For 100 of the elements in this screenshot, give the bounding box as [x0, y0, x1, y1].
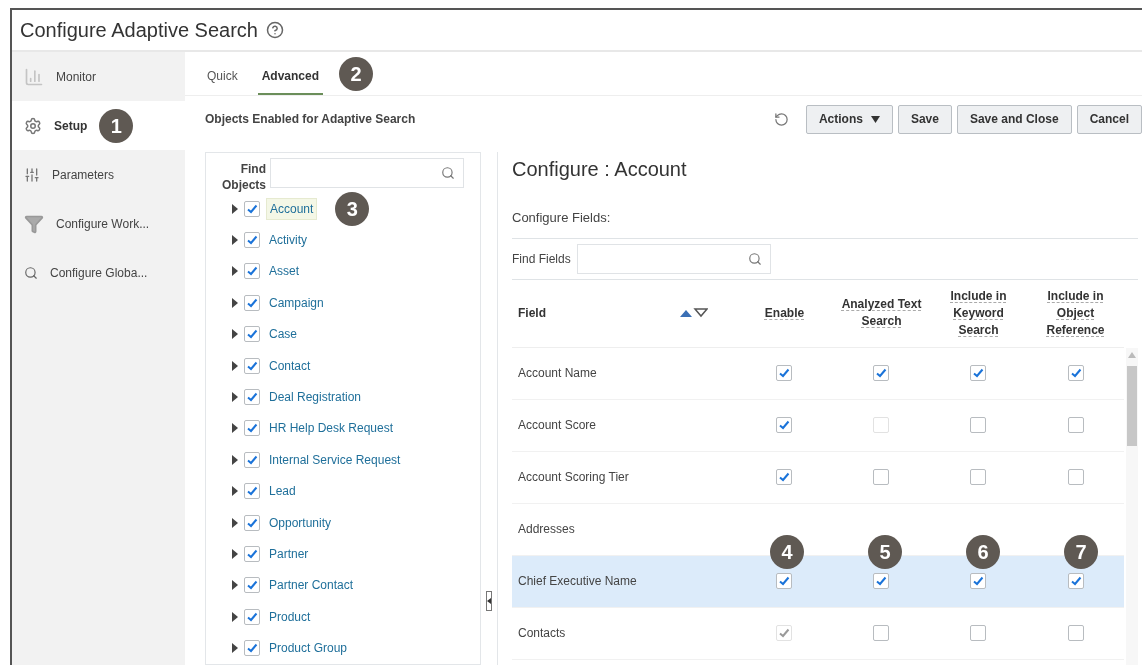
checkbox[interactable] [873, 573, 890, 589]
help-icon[interactable] [265, 21, 284, 39]
object-link[interactable]: Partner [266, 544, 312, 564]
search-field[interactable] [576, 243, 771, 274]
checkbox[interactable] [244, 357, 260, 374]
expand-arrow-icon[interactable] [232, 643, 238, 654]
object-link[interactable]: Account [266, 197, 318, 220]
checkbox[interactable] [244, 451, 260, 468]
sidebar-item[interactable]: Monitor [12, 52, 185, 101]
checkbox[interactable] [244, 577, 260, 594]
expand-arrow-icon[interactable] [232, 423, 238, 434]
checkbox[interactable] [970, 417, 987, 433]
checkbox[interactable] [244, 294, 260, 311]
checkbox[interactable] [970, 573, 987, 589]
column-header[interactable]: Analyzed Text Search [839, 296, 924, 330]
expand-arrow-icon[interactable] [232, 203, 238, 214]
checkbox[interactable] [244, 546, 260, 562]
checkbox[interactable] [970, 469, 987, 485]
checkbox[interactable] [244, 326, 260, 343]
expand-arrow-icon[interactable] [232, 517, 238, 528]
expand-arrow-icon[interactable] [232, 266, 238, 277]
toolbar-button[interactable]: Cancel [1076, 104, 1142, 134]
expand-arrow-icon[interactable] [232, 580, 238, 591]
expand-arrow-icon[interactable] [232, 297, 238, 308]
toolbar-button[interactable]: Save [897, 104, 952, 134]
object-link[interactable]: Activity [266, 230, 310, 251]
expand-arrow-icon[interactable] [232, 486, 238, 497]
refresh-icon[interactable] [773, 111, 789, 127]
object-link[interactable]: Asset [266, 261, 302, 282]
checkbox[interactable] [873, 625, 890, 641]
search-icon [24, 265, 38, 280]
expand-arrow-icon[interactable] [232, 392, 238, 403]
object-link[interactable]: Lead [266, 481, 299, 502]
checkbox[interactable] [244, 420, 260, 437]
splitter-handle[interactable] [486, 591, 492, 611]
checkbox[interactable] [1067, 469, 1084, 485]
checkbox[interactable] [1067, 573, 1084, 589]
object-link[interactable]: Internal Service Request [266, 449, 404, 470]
checkbox[interactable] [244, 640, 260, 657]
caret-icon [870, 115, 880, 123]
checkbox[interactable] [244, 263, 260, 280]
callout-badge: 1 [99, 108, 134, 143]
checkbox[interactable] [244, 608, 260, 625]
search-icon [747, 251, 762, 266]
tab[interactable]: Advanced [257, 59, 324, 95]
checkbox[interactable] [776, 417, 793, 433]
checkbox[interactable] [776, 365, 793, 381]
sidebar-label: Configure Globa... [50, 264, 148, 282]
checkbox[interactable] [1067, 417, 1084, 433]
expand-arrow-icon[interactable] [232, 549, 238, 559]
sidebar-item[interactable]: Parameters [12, 150, 185, 199]
page-title: Configure Adaptive Search [20, 18, 258, 43]
sidebar-label: Configure Work... [56, 215, 150, 233]
object-link[interactable]: Product [266, 606, 314, 627]
checkbox[interactable] [244, 232, 260, 249]
panel-title: Configure : Account [512, 157, 688, 182]
sidebar-item[interactable]: Configure Globa... [12, 248, 185, 297]
checkbox[interactable] [970, 625, 987, 641]
field-label: Find Objects [221, 161, 266, 193]
sidebar-item[interactable]: Configure Work... [12, 199, 185, 248]
column-header[interactable]: Enable [764, 304, 805, 322]
search-field[interactable] [270, 158, 464, 188]
expand-arrow-icon[interactable] [232, 360, 238, 371]
tab[interactable]: Quick [203, 59, 242, 95]
checkbox[interactable] [244, 200, 260, 217]
section-label: Configure Fields: [512, 209, 612, 227]
column-header[interactable]: Include in Object Reference [1033, 287, 1118, 339]
object-link[interactable]: HR Help Desk Request [266, 418, 397, 439]
sidebar-item[interactable]: Setup 1 [12, 101, 185, 150]
checkbox[interactable] [776, 573, 793, 589]
checkbox[interactable] [776, 469, 793, 485]
checkbox[interactable] [244, 389, 260, 406]
checkbox[interactable] [1067, 625, 1084, 641]
object-link[interactable]: Contact [266, 355, 314, 376]
checkbox[interactable] [873, 469, 890, 485]
checkbox[interactable] [873, 365, 890, 381]
expand-arrow-icon[interactable] [232, 454, 238, 465]
checkbox[interactable] [1067, 365, 1084, 381]
actions-menu-button[interactable]: Actions [805, 104, 893, 134]
sort-icon[interactable] [680, 308, 709, 318]
gear-icon [24, 116, 42, 135]
checkbox[interactable] [244, 483, 260, 500]
object-link[interactable]: Partner Contact [266, 575, 357, 596]
callout-badge: 2 [339, 57, 374, 91]
expand-arrow-icon[interactable] [232, 329, 238, 340]
filter-icon [24, 213, 44, 234]
object-link[interactable]: Case [266, 324, 300, 345]
object-link[interactable]: Opportunity [266, 512, 335, 533]
expand-arrow-icon[interactable] [232, 235, 238, 246]
sidebar-label: Parameters [52, 166, 115, 184]
checkbox[interactable] [970, 365, 987, 381]
object-link[interactable]: Product Group [266, 638, 351, 659]
toolbar-button[interactable]: Save and Close [956, 104, 1072, 134]
object-link[interactable]: Deal Registration [266, 387, 365, 408]
expand-arrow-icon[interactable] [232, 611, 238, 622]
object-link[interactable]: Campaign [266, 292, 327, 313]
scrollbar-thumb[interactable] [1127, 365, 1137, 446]
field-label: Find Fields [512, 250, 571, 268]
checkbox[interactable] [244, 514, 260, 531]
column-header[interactable]: Include in Keyword Search [936, 287, 1021, 339]
